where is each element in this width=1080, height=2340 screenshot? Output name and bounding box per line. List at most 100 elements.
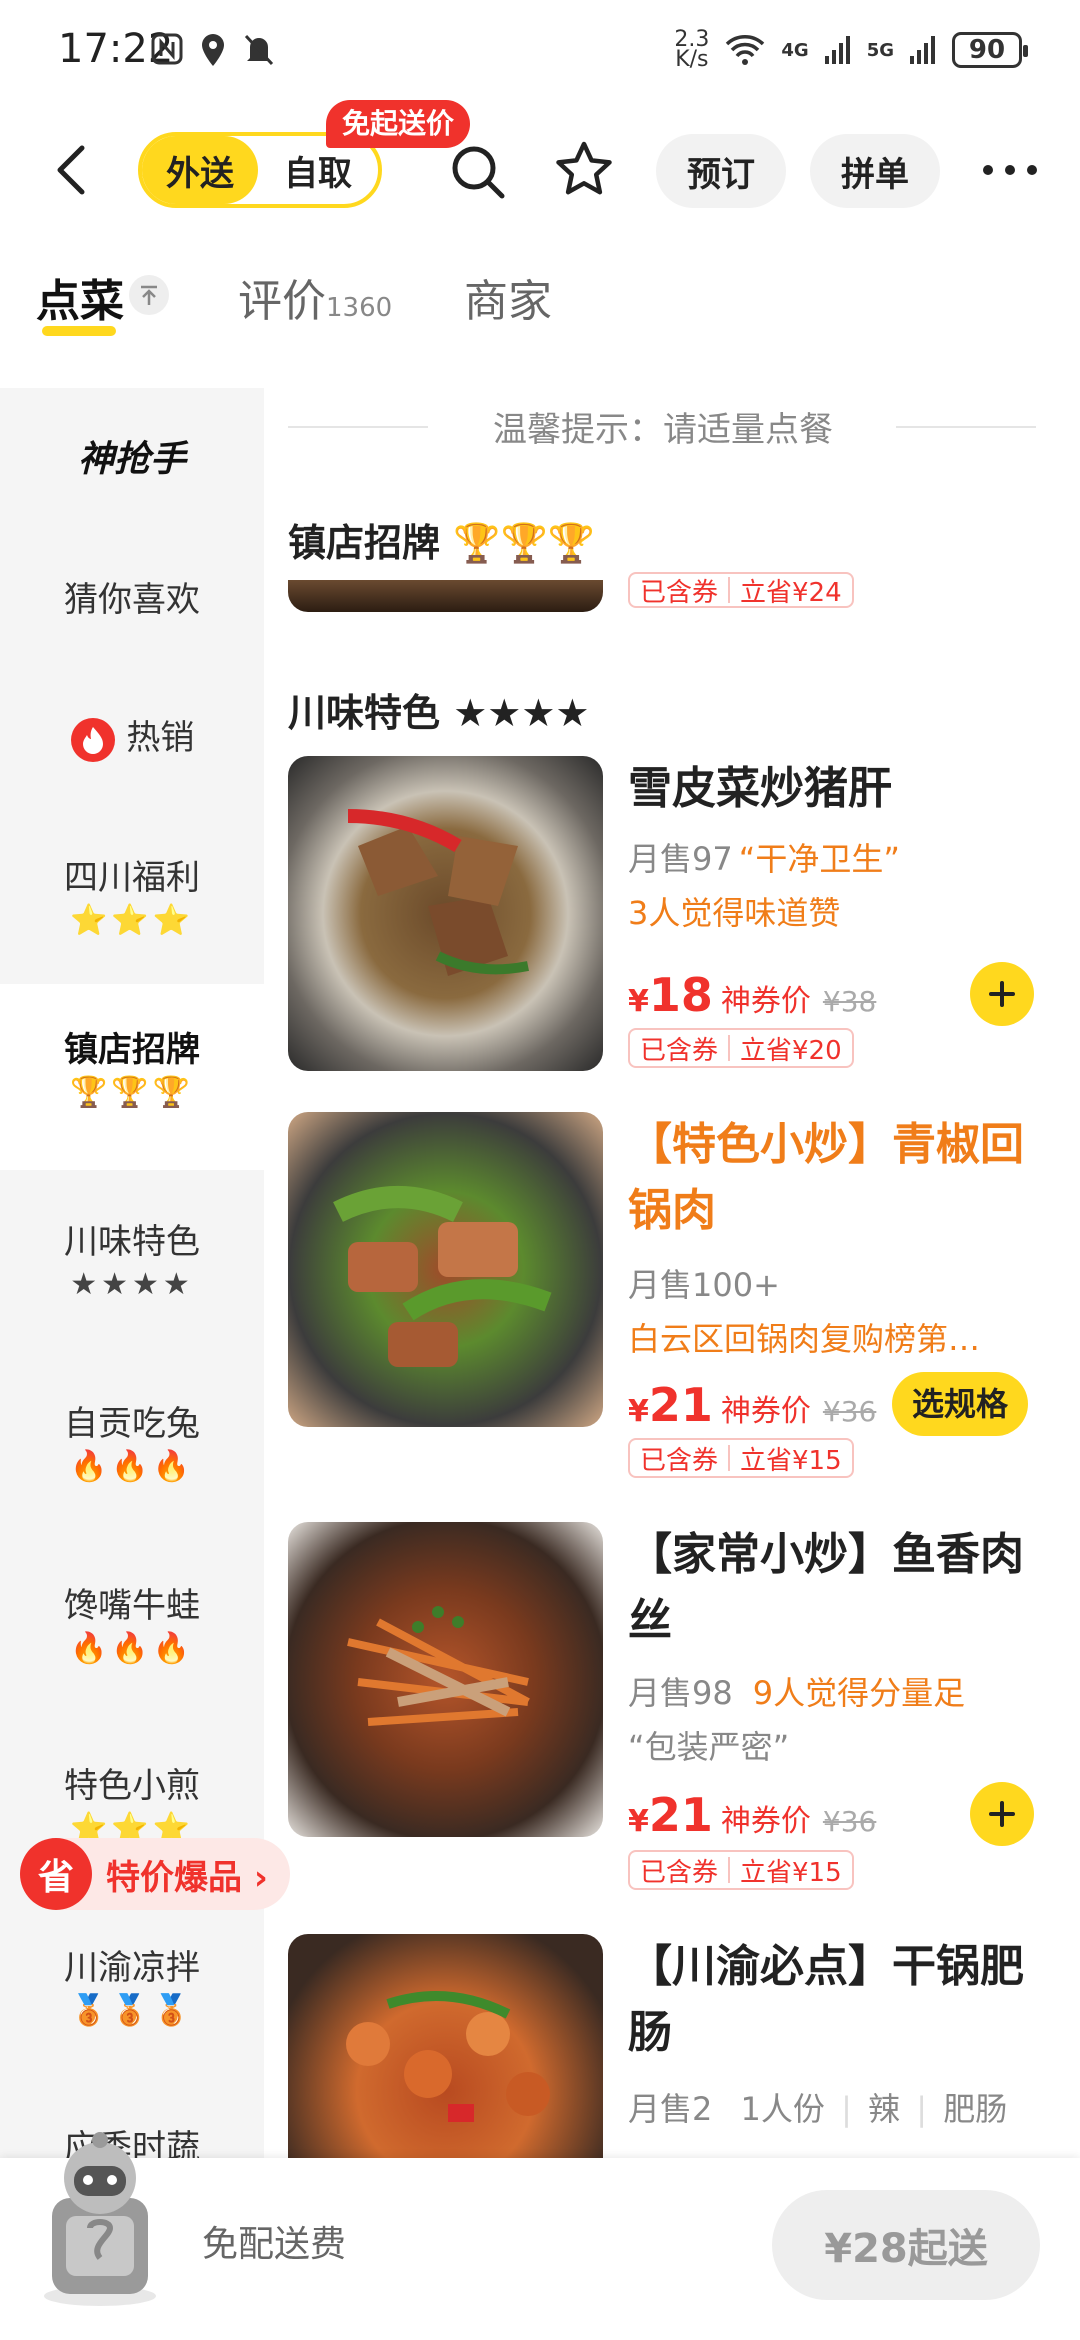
dish-name[interactable]: 【特色小炒】青椒回锅肉 [628,1112,1048,1244]
dish-name[interactable]: 雪皮菜炒猪肝 [628,756,1048,822]
currency: ¥ [628,984,649,1019]
trophy-deco-icon: 🏆🏆🏆 [69,1075,195,1110]
tab-reviews[interactable]: 评价1360 [238,265,392,329]
dish-name[interactable]: 【家常小炒】鱼香肉丝 [628,1522,1048,1654]
monthly-sales: 月售97 [628,840,733,878]
review-count: 1360 [326,293,393,323]
sidebar-item-signature[interactable]: 镇店招牌 🏆🏆🏆 [0,984,264,1170]
sidebar-item-label: 镇店招牌 [64,1030,200,1070]
coupon-included: 已含券 [640,1445,719,1476]
mode-delivery[interactable]: 外送 [142,136,258,204]
section-title-signature: 镇店招牌 🏆🏆🏆 [288,521,596,565]
dish-photo-icon [346,1991,550,2122]
mascot-icon[interactable] [30,2128,170,2308]
reserve-button[interactable]: 预订 [656,134,786,208]
dish-image[interactable] [288,1112,603,1427]
sidebar-item-rabbit[interactable]: 自贡吃兔 🔥🔥🔥 [0,1396,264,1484]
nfc-icon [151,33,183,65]
special-deals-button[interactable]: 省 特价爆品 › [20,1838,290,1910]
delivery-fee-text: 免配送费 [202,2224,347,2265]
add-to-cart-button[interactable] [970,962,1034,1026]
price-value: 18 [648,968,713,1022]
battery-indicator: 90 [952,32,1028,68]
coupon-tag: 已含券 立省¥24 [628,572,854,608]
dish-attributes: 月售2 1人份 | 辣 | 肥肠 [628,2084,1007,2130]
spice-attr: 辣 [868,2090,901,2128]
back-arrow-icon[interactable] [44,140,104,200]
review-quote: “干净卫生” [738,840,900,878]
price-label: 神券价 [720,984,811,1019]
group-order-button[interactable]: 拼单 [810,134,940,208]
coupon-save: 立省¥15 [740,1857,842,1888]
collapse-top-icon[interactable] [128,274,170,316]
tab-active-indicator [42,326,116,336]
medal-deco-icon: 🥉🥉🥉 [69,1993,195,2028]
network-5g: 5G [866,39,894,61]
sidebar-item-label: 川渝凉拌 [64,1948,200,1988]
dish-sold: 月售97 “干净卫生” [628,834,900,880]
dish-sold: 月售98 9人觉得分量足 [628,1668,965,1714]
dish-name[interactable]: 【川渝必点】干锅肥肠 [628,1934,1048,2066]
status-bar: 17:22 2.3 K/s 4G 5G 90 [0,0,1080,110]
dish-photo-icon [347,1606,530,1726]
dish-tag: 白云区回锅肉复购榜第… [628,1320,981,1358]
tab-order[interactable]: 点菜 [36,265,124,329]
sidebar-item-cold-dish[interactable]: 川渝凉拌 🥉🥉🥉 [0,1940,264,2028]
original-price: ¥38 [822,985,877,1018]
sidebar-item-flash-deals[interactable]: 神抢手 [0,430,264,482]
coupon-included: 已含券 [640,1857,719,1888]
flame-icon [70,717,115,762]
mute-bell-icon [244,34,274,66]
coupon-tag: 已含券 立省¥15 [628,1438,854,1478]
star-favorite-icon[interactable] [552,138,616,202]
network-4g: 4G [781,39,809,61]
price-value: 21 [648,1788,713,1842]
sidebar-item-hot[interactable]: 热销 [0,710,264,763]
dish-tag: 9人觉得分量足 [752,1674,966,1712]
sidebar-item-bullfrog[interactable]: 馋嘴牛蛙 🔥🔥🔥 [0,1578,264,1666]
price-row: ¥18 神券价 ¥38 [628,968,876,1022]
dish-image-partial [288,580,603,612]
sidebar-item-guess[interactable]: 猜你喜欢 [0,572,264,621]
star-deco-icon: ⭐⭐⭐ [69,903,195,938]
coupon-included: 已含券 [640,577,719,608]
coupon-tag: 已含券 立省¥15 [628,1850,854,1890]
sidebar-item-sichuan[interactable]: 四川福利 ⭐⭐⭐ [0,850,264,938]
dish-name-prefix: 【特色小炒】 [628,1119,892,1170]
signal-icon-2 [910,36,935,64]
price-value: 21 [648,1378,713,1432]
more-icon[interactable] [980,158,1040,182]
min-order-button[interactable]: ¥28起送 [772,2190,1040,2300]
dish-image[interactable] [288,1934,603,2158]
price-label: 神券价 [720,1804,811,1839]
coupon-tag: 已含券 立省¥20 [628,1028,854,1068]
monthly-sales: 月售100+ [628,1266,780,1304]
select-spec-button[interactable]: 选规格 [892,1372,1029,1436]
dish-image[interactable] [288,756,603,1071]
currency: ¥ [628,1804,649,1839]
sidebar-item-label: 四川福利 [64,858,200,898]
speed-unit: K/s [675,47,709,72]
dish-tag: 3人觉得味道赞 [628,894,841,932]
price-label: 神券价 [720,1394,811,1429]
sidebar-item-label: 神抢手 [77,439,186,480]
tab-reviews-label: 评价 [238,276,326,327]
signal-icon-1 [824,36,850,64]
add-to-cart-button[interactable] [970,1782,1034,1846]
plus-icon [989,981,1015,1007]
tab-order-label: 点菜 [36,276,124,327]
battery-level: 90 [968,35,1006,65]
divider [896,426,1036,428]
price-row: ¥21 神券价 ¥36 [628,1788,876,1842]
sidebar-item-sichuan-flavor[interactable]: 川味特色 ★★★★ [0,1214,264,1302]
sidebar-item-label: 自贡吃兔 [64,1404,200,1444]
coupon-save: 立省¥15 [740,1445,842,1476]
sidebar-item-small-fry[interactable]: 特色小煎 ⭐⭐⭐ [0,1758,264,1846]
section-title-sichuan: 川味特色 ★★★★ [288,691,590,735]
tab-merchant[interactable]: 商家 [464,265,552,329]
price-row: ¥21 神券价 ¥36 [628,1378,876,1432]
mode-pickup[interactable]: 自取 [258,146,378,195]
dish-image[interactable] [288,1522,603,1837]
original-price: ¥36 [822,1805,877,1838]
search-icon[interactable] [446,140,510,204]
